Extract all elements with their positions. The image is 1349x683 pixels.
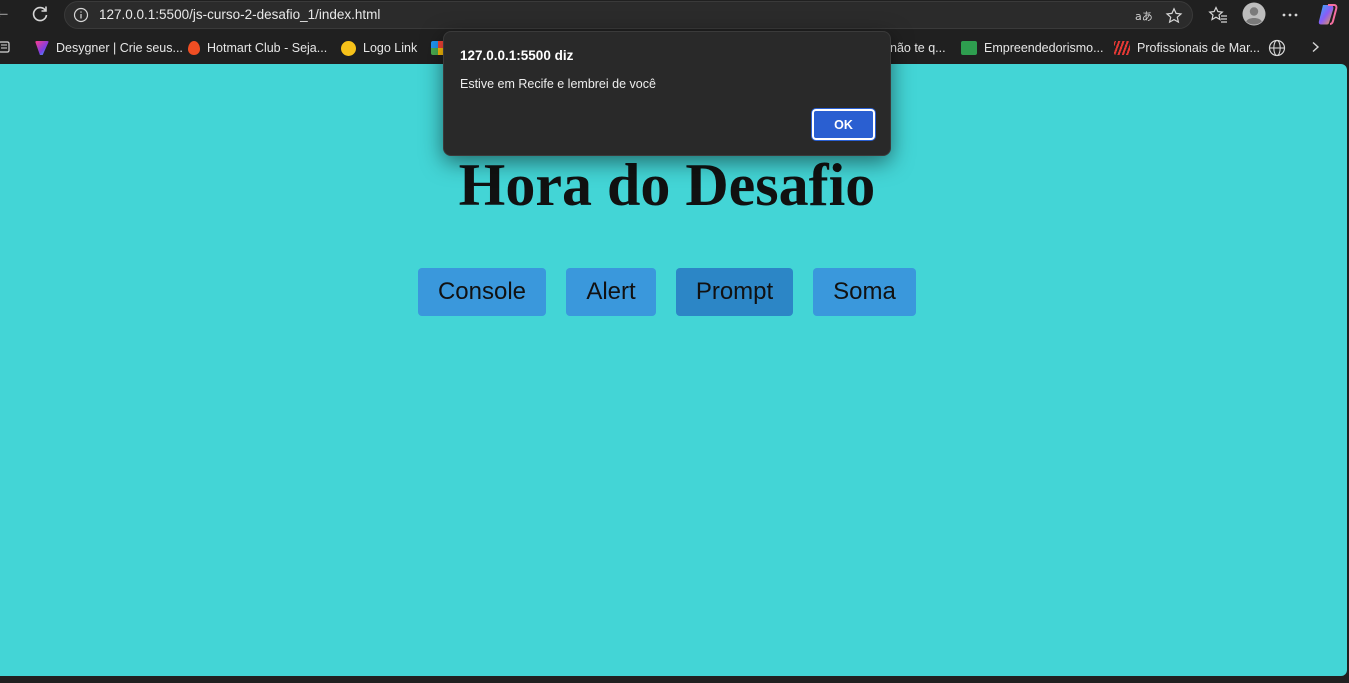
page-title: Hora do Desafio xyxy=(458,152,876,218)
copilot-icon[interactable] xyxy=(1316,3,1339,26)
bookmark-label: Logo Link xyxy=(363,41,418,55)
console-button[interactable]: Console xyxy=(418,268,546,316)
ok-button[interactable]: OK xyxy=(812,109,875,140)
dialog-message: Estive em Recife e lembrei de você xyxy=(460,77,656,91)
empreendedorismo-icon xyxy=(961,41,977,55)
site-info-icon[interactable] xyxy=(73,7,89,23)
bookmark-profissionais[interactable]: Profissionais de Mar... xyxy=(1114,39,1260,57)
favorite-star-icon[interactable] xyxy=(1165,7,1183,25)
translate-icon[interactable]: aあ xyxy=(1134,7,1152,25)
chevron-right-icon[interactable] xyxy=(1308,40,1322,54)
more-options-icon[interactable] xyxy=(1280,5,1300,25)
alert-dialog: 127.0.0.1:5500 diz Estive em Recife e le… xyxy=(443,31,891,156)
dialog-title: 127.0.0.1:5500 diz xyxy=(460,48,574,63)
logo-link-icon xyxy=(341,40,356,56)
profissionais-icon xyxy=(1114,41,1130,55)
alert-button[interactable]: Alert xyxy=(566,268,656,316)
desygner-icon xyxy=(35,41,49,55)
bookmark-label: Hotmart Club - Seja... xyxy=(207,41,328,55)
bookmark-label: Desygner | Crie seus... xyxy=(56,41,183,55)
url-text[interactable]: 127.0.0.1:5500/js-curso-2-desafio_1/inde… xyxy=(99,7,380,22)
refresh-icon[interactable] xyxy=(30,4,50,24)
browser-toolbar: ← 127.0.0.1:5500/js-curso-2-desafio_1/in… xyxy=(0,0,1349,30)
prompt-button[interactable]: Prompt xyxy=(676,268,793,316)
bookmark-empreendedorismo[interactable]: Empreendedorismo... xyxy=(961,39,1104,57)
soma-button[interactable]: Soma xyxy=(813,268,916,316)
reading-list-icon[interactable] xyxy=(0,40,12,54)
address-bar[interactable]: 127.0.0.1:5500/js-curso-2-desafio_1/inde… xyxy=(64,1,1193,29)
bookmark-hotmart[interactable]: Hotmart Club - Seja... xyxy=(188,39,327,57)
globe-icon[interactable] xyxy=(1268,39,1286,57)
profile-avatar-icon[interactable] xyxy=(1242,2,1266,26)
favorites-icon[interactable] xyxy=(1208,5,1228,25)
bookmark-label: Empreendedorismo... xyxy=(984,41,1104,55)
bookmark-desygner[interactable]: Desygner | Crie seus... xyxy=(35,39,183,57)
hotmart-flame-icon xyxy=(188,41,200,55)
bookmark-nao-te-q[interactable]: não te q... xyxy=(890,39,946,57)
svg-text:aあ: aあ xyxy=(1135,10,1152,23)
bookmark-logo-link[interactable]: Logo Link xyxy=(341,39,417,57)
bookmark-label: Profissionais de Mar... xyxy=(1137,41,1260,55)
bookmark-label: não te q... xyxy=(890,41,946,55)
back-arrow-icon[interactable]: ← xyxy=(0,5,14,23)
